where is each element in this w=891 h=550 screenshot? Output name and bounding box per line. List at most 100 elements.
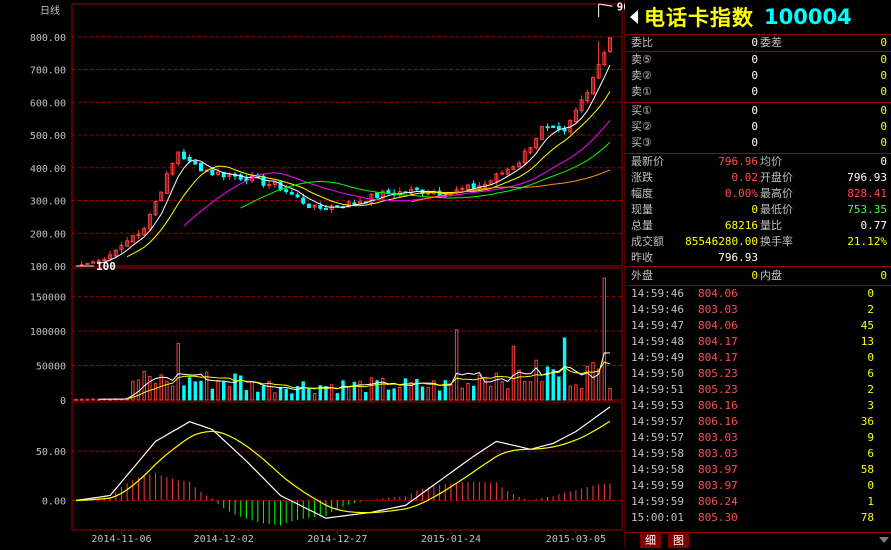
candle-body	[375, 192, 380, 198]
latest-label: 最新价	[631, 155, 664, 168]
trade-time: 14:59:58	[631, 463, 684, 476]
volume-bar	[244, 390, 249, 401]
back-arrow-icon[interactable]	[630, 10, 638, 24]
trade-price: 806.24	[698, 495, 738, 508]
volume-bar	[602, 277, 607, 401]
trade-time: 14:59:59	[631, 479, 684, 492]
amp-label: 幅度	[631, 187, 653, 200]
trade-time: 14:59:46	[631, 303, 684, 316]
volume-bar	[466, 382, 470, 401]
volume-bar	[261, 385, 266, 401]
volume-bar	[369, 377, 374, 401]
trade-volume: 6	[867, 367, 874, 380]
low-label: 最低价	[760, 203, 793, 216]
volume-bar	[568, 385, 572, 401]
indicator-line	[75, 420, 611, 514]
low-value: 753.35	[847, 203, 887, 216]
volume-bar	[523, 380, 527, 401]
trade-volume: 13	[860, 335, 874, 348]
trade-price: 806.16	[698, 415, 738, 428]
volume-tick-label: 100000	[30, 327, 66, 338]
trade-row: 14:59:53 806.16 3	[628, 398, 891, 414]
volume-bar	[187, 377, 192, 401]
price-panel-frame	[71, 3, 623, 267]
trade-time: 14:59:50	[631, 367, 684, 380]
buy-volume: 0	[880, 120, 887, 133]
trade-row: 14:59:59 806.24 1	[628, 494, 891, 510]
volume-bar	[591, 362, 595, 401]
volume-bar	[346, 386, 351, 401]
prev-label: 昨收	[631, 251, 653, 264]
trade-volume: 36	[860, 415, 874, 428]
volume-bar	[199, 380, 203, 401]
quote-panel: 电话卡指数 100004 委比 0 委差 0 卖⑤ 0 0 卖② 0 0 卖① …	[628, 0, 891, 549]
volume-bar	[437, 390, 442, 401]
volume-bar	[386, 389, 391, 401]
candle-body	[318, 205, 323, 209]
trade-price: 805.30	[698, 511, 738, 524]
volume-bar	[574, 384, 578, 401]
trade-row: 14:59:47 804.06 45	[628, 318, 891, 334]
trade-price: 804.06	[698, 287, 738, 300]
volume-bar	[454, 329, 459, 401]
trade-volume: 0	[867, 351, 874, 364]
volume-bar	[91, 398, 95, 401]
trade-price: 805.23	[698, 383, 738, 396]
volume-bar	[392, 388, 396, 401]
volume-bar	[352, 381, 357, 401]
tab-chart[interactable]: 图	[668, 534, 689, 548]
trade-time: 14:59:59	[631, 495, 684, 508]
volume-bar	[585, 365, 589, 401]
volume-tick-label: 150000	[30, 293, 66, 304]
x-tick-label: 2014-11-06	[91, 534, 151, 545]
candle-body	[545, 126, 550, 129]
order-diff-label: 委差	[760, 36, 782, 49]
buy-price: 0	[751, 104, 758, 117]
order-ratio-label: 委比	[631, 36, 653, 49]
trade-row: 14:59:57 803.03 9	[628, 430, 891, 446]
outer-value: 0	[751, 269, 758, 282]
sell-row: 卖⑤ 0 0	[628, 52, 891, 68]
stock-name: 电话卡指数	[644, 6, 754, 30]
kline-chart-area[interactable]: 日线 800.00 700.00 600.00 500.00 400.00 300.00 20…	[0, 0, 625, 549]
trade-row: 14:59:46 804.06 0	[628, 286, 891, 302]
buy-price: 0	[751, 136, 758, 149]
trade-row: 15:00:01 805.30 78	[628, 510, 891, 526]
outer-label: 外盘	[631, 269, 653, 282]
x-tick-label: 2014-12-02	[194, 534, 254, 545]
order-diff-value: 0	[880, 36, 887, 49]
volume-bar	[557, 376, 561, 401]
buy-label: 买②	[631, 120, 652, 133]
volume-bar	[517, 369, 521, 401]
chart-title: 日线	[40, 4, 60, 17]
volume-bar	[136, 379, 141, 401]
trade-time: 14:59:57	[631, 431, 684, 444]
outer-inner-row: 外盘 0 内盘 0	[628, 267, 891, 286]
volume-bar	[250, 381, 254, 401]
candle-body	[352, 202, 357, 205]
sell-volume: 0	[880, 85, 887, 98]
tab-detail[interactable]: 细	[640, 534, 661, 548]
volume-bar	[403, 378, 408, 401]
trade-volume: 2	[867, 383, 874, 396]
trade-row: 14:59:46 803.03 2	[628, 302, 891, 318]
buy-volume: 0	[880, 136, 887, 149]
chart-svg[interactable]: 日线 800.00 700.00 600.00 500.00 400.00 300.00 20…	[0, 0, 625, 549]
buy-row: 买① 0 0	[628, 103, 891, 119]
trade-volume: 2	[867, 303, 874, 316]
trade-price: 803.03	[698, 303, 738, 316]
trade-volume: 58	[860, 463, 874, 476]
stock-title-bar: 电话卡指数 100004	[628, 0, 891, 35]
candle-body	[193, 160, 198, 165]
volume-bar	[267, 380, 271, 401]
volume-bar	[506, 388, 510, 401]
volume-bar	[85, 398, 90, 401]
trade-row: 14:59:57 806.16 36	[628, 414, 891, 430]
price-tick-label: 500.00	[30, 131, 66, 142]
trade-time: 14:59:46	[631, 287, 684, 300]
scroll-down-icon[interactable]	[879, 537, 889, 543]
volume-bar	[534, 359, 538, 401]
trade-price: 804.17	[698, 351, 738, 364]
open-label: 开盘价	[760, 171, 793, 184]
volume-bar	[449, 383, 453, 401]
